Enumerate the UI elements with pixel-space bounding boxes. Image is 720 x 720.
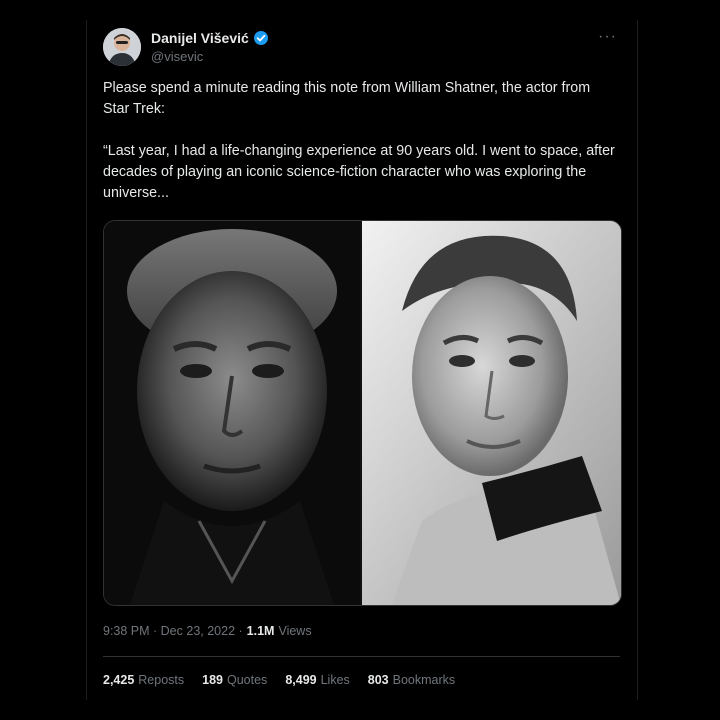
- stat-label: Bookmarks: [392, 673, 456, 687]
- tweet-text: Please spend a minute reading this note …: [103, 78, 617, 204]
- tweet-media[interactable]: [103, 220, 622, 606]
- avatar[interactable]: [103, 28, 141, 66]
- tweet-paragraph: Please spend a minute reading this note …: [103, 80, 591, 117]
- portrait-photo-older-man-icon[interactable]: [104, 221, 360, 605]
- stat-label: Quotes: [227, 673, 268, 687]
- stat-count: 8,499: [285, 673, 317, 687]
- engagement-stats: 2,425 Reposts 189 Quotes 8,499 Likes 803 Boo…: [103, 673, 473, 687]
- verified-badge-icon: [253, 30, 269, 46]
- author-handle[interactable]: @visevic: [151, 49, 269, 64]
- portrait-photo-young-man-star-trek-uniform-icon[interactable]: [362, 221, 621, 605]
- views-label: Views: [278, 624, 312, 638]
- stat-count: 2,425: [103, 673, 135, 687]
- likes-stat[interactable]: 8,499 Likes: [285, 673, 349, 687]
- tweet-paragraph: “Last year, I had a life-changing experi…: [103, 143, 615, 201]
- stat-count: 803: [367, 673, 389, 687]
- more-options-icon[interactable]: ···: [598, 28, 617, 46]
- divider: [103, 656, 620, 657]
- reposts-stat[interactable]: 2,425 Reposts: [103, 673, 184, 687]
- views-count: 1.1M: [246, 624, 275, 638]
- stat-count: 189: [202, 673, 223, 687]
- tweet-card: Danijel Višević @visevic ··· Please spen…: [86, 20, 638, 700]
- author-name[interactable]: Danijel Višević: [151, 30, 249, 46]
- stat-label: Likes: [320, 673, 350, 687]
- author-info: Danijel Višević @visevic: [151, 29, 269, 64]
- quotes-stat[interactable]: 189 Quotes: [202, 673, 267, 687]
- page-frame: Danijel Višević @visevic ··· Please spen…: [0, 0, 720, 720]
- tweet-meta: 9:38 PM · Dec 23, 2022 · 1.1M Views: [103, 624, 312, 638]
- timestamp[interactable]: 9:38 PM · Dec 23, 2022 ·: [103, 624, 243, 638]
- stat-label: Reposts: [138, 673, 185, 687]
- bookmarks-stat[interactable]: 803 Bookmarks: [368, 673, 455, 687]
